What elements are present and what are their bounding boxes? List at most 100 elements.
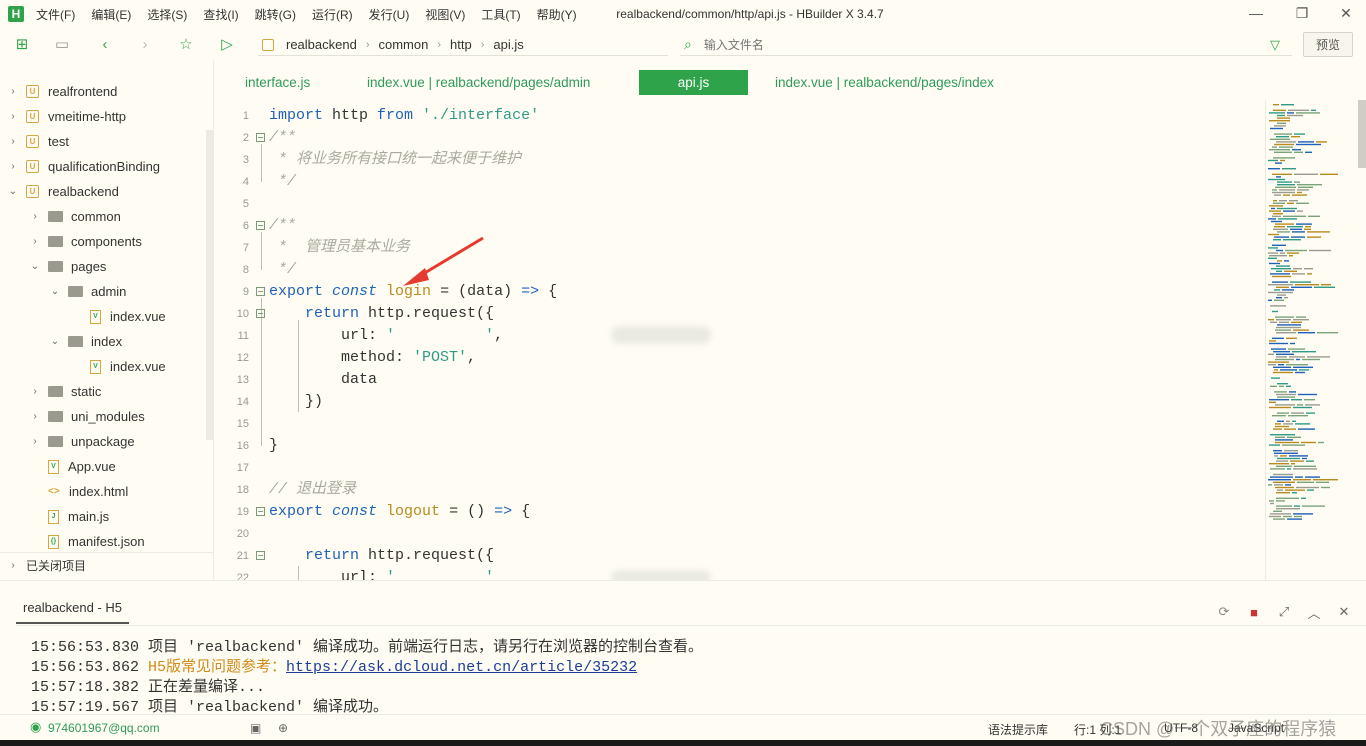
chevron-right-icon[interactable]: › (8, 136, 18, 147)
minimap-line (1275, 404, 1295, 406)
panel-divider[interactable] (0, 580, 1366, 592)
sidebar-item-label: pages (71, 259, 107, 274)
log-link[interactable]: https://ask.dcloud.net.cn/article/35232 (286, 659, 637, 676)
filter-icon[interactable]: ▽ (1270, 37, 1280, 53)
sidebar-item[interactable]: ⌄ Urealbackend (8, 179, 119, 204)
back-icon[interactable]: ‹ (95, 34, 115, 54)
fold-toggle-icon[interactable]: − (256, 133, 265, 142)
chevron-down-icon[interactable]: ⌄ (8, 186, 18, 197)
chevron-right-icon[interactable]: › (30, 236, 40, 247)
fold-toggle-icon[interactable]: − (256, 221, 265, 230)
comment: * 管理员基本业务 (269, 239, 411, 256)
sidebar-item[interactable]: › unpackage (30, 429, 134, 454)
chevron-right-icon[interactable]: › (8, 161, 18, 172)
chevron-right-icon[interactable]: › (30, 386, 40, 397)
minimap-line (1305, 151, 1312, 153)
chevron-right-icon[interactable]: › (8, 86, 18, 97)
sidebar-item[interactable]: ⌄ pages (30, 254, 107, 279)
status-bar: ◉ 974601967@qq.com ▣ ⊕ 语法提示库 行:1 列:1 UTF… (0, 714, 1366, 740)
tab-api-js[interactable]: api.js (639, 70, 748, 95)
chevron-right-icon[interactable]: › (30, 211, 40, 222)
code-line: 1 import http from './interface' (215, 105, 1265, 127)
sidebar-item[interactable]: › components (30, 229, 142, 254)
sidebar-item-label: index.html (69, 484, 129, 499)
console-tab[interactable]: realbackend - H5 (16, 600, 129, 624)
chevron-right-icon[interactable]: › (8, 111, 18, 122)
sidebar-item[interactable]: › static (30, 379, 101, 404)
syntax-hint[interactable]: 语法提示库 (988, 721, 1048, 738)
breadcrumb-common[interactable]: common (379, 37, 429, 52)
chevron-down-icon[interactable]: ⌄ (50, 336, 60, 347)
user-account[interactable]: 974601967@qq.com (48, 721, 160, 735)
preview-button[interactable]: 预览 (1303, 32, 1353, 57)
minimap-line (1275, 162, 1282, 164)
sidebar-item[interactable]: V App.vue (30, 454, 116, 479)
tab-interface-js[interactable]: interface.js (245, 70, 310, 95)
minimap-line (1283, 239, 1301, 241)
breadcrumb-project[interactable]: realbackend (286, 37, 357, 52)
closed-projects[interactable]: › 已关闭项目 (0, 552, 214, 578)
fold-toggle-icon[interactable]: − (256, 309, 265, 318)
minimap-line (1269, 262, 1280, 265)
sidebar-item[interactable]: <> index.html (30, 479, 128, 504)
collapse-panel-icon[interactable]: ︿ (1306, 604, 1322, 621)
minimap-line (1275, 329, 1291, 331)
minimap[interactable] (1265, 100, 1357, 580)
browser-icon[interactable]: ⊕ (278, 721, 288, 735)
file-search-input[interactable] (703, 37, 1244, 52)
chevron-down-icon[interactable]: ⌄ (30, 261, 40, 272)
fold-toggle-icon[interactable]: − (256, 287, 265, 296)
minimap-line (1272, 415, 1286, 417)
terminal-icon[interactable]: ▣ (250, 721, 261, 735)
sidebar-item[interactable]: ⌄ admin (50, 279, 127, 304)
save-icon[interactable]: ▭ (52, 34, 72, 54)
minimap-line (1271, 268, 1291, 270)
sidebar-item[interactable]: Jmain.js (30, 504, 109, 529)
minimap-line (1272, 310, 1278, 313)
minimap-line (1273, 239, 1281, 241)
tab-index-index-vue[interactable]: index.vue | realbackend/pages/index (775, 70, 994, 95)
clear-console-icon[interactable]: ✕ (1336, 604, 1352, 620)
chevron-right-icon[interactable]: › (30, 436, 40, 447)
sidebar-item[interactable]: › uni_modules (30, 404, 144, 429)
minimap-line (1282, 444, 1305, 446)
forward-icon[interactable]: › (135, 34, 155, 54)
breadcrumb-file[interactable]: api.js (493, 37, 523, 52)
tab-admin-index-vue[interactable]: index.vue | realbackend/pages/admin (367, 70, 590, 95)
sidebar-item[interactable]: Vindex.vue (72, 354, 166, 379)
sidebar-item[interactable]: › common (30, 204, 121, 229)
open-external-icon[interactable]: ⤢ (1276, 604, 1292, 620)
restore-icon[interactable]: ❐ (1292, 5, 1312, 22)
user-icon[interactable]: ◉ (30, 719, 41, 735)
new-file-icon[interactable]: ⊞ (12, 34, 32, 54)
sidebar-item[interactable]: › UqualificationBinding (8, 154, 160, 179)
sidebar-item[interactable]: › Urealfrontend (8, 79, 117, 104)
fold-toggle-icon[interactable]: − (256, 507, 265, 516)
minimize-icon[interactable]: — (1246, 5, 1266, 21)
sidebar-item[interactable]: › Uvmeitime-http (8, 104, 126, 129)
chevron-right-icon[interactable]: › (30, 411, 40, 422)
stop-icon[interactable]: ■ (1246, 604, 1262, 620)
sidebar-item[interactable]: › Utest (8, 129, 69, 154)
breadcrumb-http[interactable]: http (450, 37, 472, 52)
minimap-line (1287, 518, 1302, 520)
identifier: http (323, 107, 378, 124)
rerun-icon[interactable]: ⟳ (1216, 604, 1232, 620)
line-number: 13 (236, 374, 249, 386)
sidebar-item-label: index.vue (110, 359, 166, 374)
sidebar-item[interactable]: {} manifest.json (30, 529, 145, 554)
chevron-down-icon[interactable]: ⌄ (50, 286, 60, 297)
sidebar-item[interactable]: ⌄ index (50, 329, 122, 354)
minimap-line (1269, 401, 1276, 403)
minimap-line (1285, 484, 1291, 486)
sidebar-scrollbar[interactable] (206, 130, 213, 440)
fold-toggle-icon[interactable]: − (256, 551, 265, 560)
run-icon[interactable]: ▷ (217, 34, 237, 54)
window-title: realbackend/common/http/api.js - HBuilde… (616, 7, 884, 21)
code-editor[interactable]: 1 import http from './interface' 2−/** 3 … (215, 104, 1265, 580)
sidebar-item[interactable]: Vindex.vue (72, 304, 166, 329)
comment: */ (269, 173, 297, 190)
close-icon[interactable]: ✕ (1336, 5, 1356, 22)
editor-scrollbar[interactable] (1358, 100, 1366, 168)
star-icon[interactable]: ☆ (176, 34, 196, 54)
